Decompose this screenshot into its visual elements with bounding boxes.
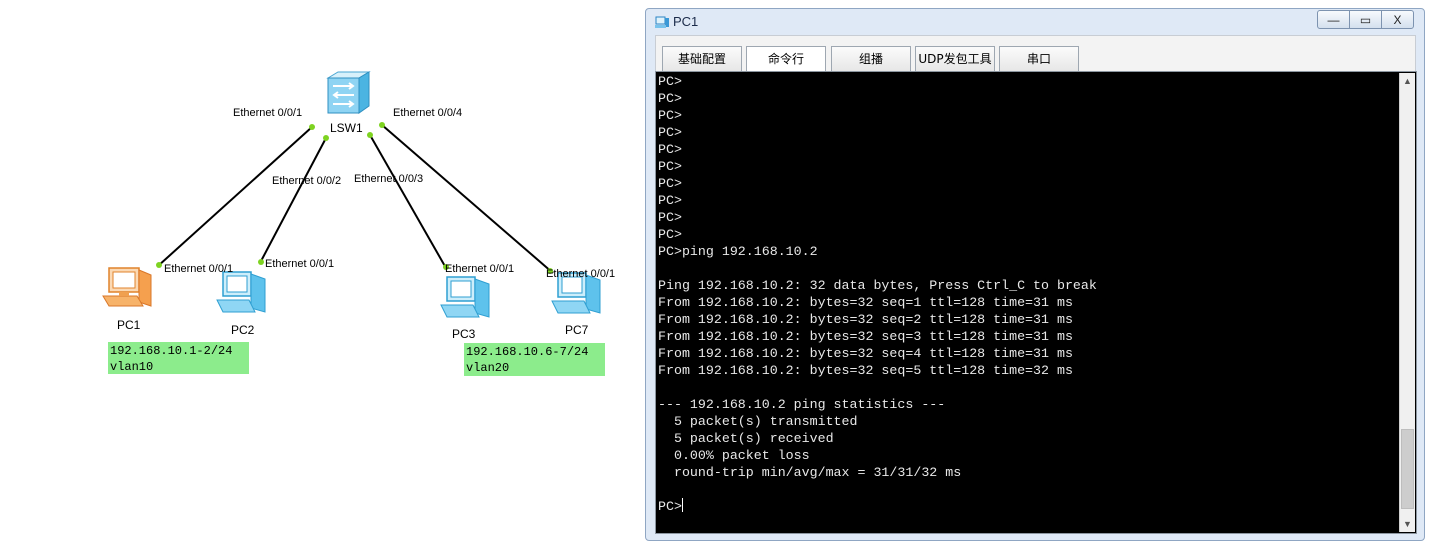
console-line: --- 192.168.10.2 ping statistics ---	[658, 397, 946, 412]
port-label-pc7-e001: Ethernet 0/0/1	[546, 268, 615, 280]
tab-udp-tool[interactable]: UDP发包工具	[915, 46, 995, 72]
port-label-lsw1-e002: Ethernet 0/0/2	[272, 175, 341, 187]
console-line: PC>	[658, 159, 682, 174]
port-label-lsw1-e003: Ethernet 0/0/3	[354, 173, 423, 185]
topology-canvas[interactable]: Ethernet 0/0/1 Ethernet 0/0/2 Ethernet 0…	[0, 0, 640, 552]
port-dot	[258, 259, 264, 265]
console-line: PC>ping 192.168.10.2	[658, 244, 818, 259]
minimize-button[interactable]: —	[1317, 10, 1350, 29]
console-line: From 192.168.10.2: bytes=32 seq=2 ttl=12…	[658, 312, 1073, 327]
console-line: 5 packet(s) transmitted	[658, 414, 858, 429]
console-line: PC>	[658, 108, 682, 123]
console-line: From 192.168.10.2: bytes=32 seq=1 ttl=12…	[658, 295, 1073, 310]
tab-command-line[interactable]: 命令行	[746, 46, 826, 72]
port-dot	[367, 132, 373, 138]
console-prompt: PC>	[658, 499, 682, 514]
console-line: From 192.168.10.2: bytes=32 seq=3 ttl=12…	[658, 329, 1073, 344]
link-lsw1-pc1[interactable]	[157, 126, 313, 267]
pc1-terminal-window[interactable]: PC1 — ▭ X 基础配置 命令行 组播 UDP发包工具 串口 PC> PC>…	[645, 8, 1425, 541]
minimize-icon: —	[1327, 12, 1340, 27]
switch-lsw1-icon[interactable]	[326, 71, 371, 114]
window-title: PC1	[673, 14, 699, 29]
pc2-label: PC2	[231, 323, 255, 337]
port-dot	[156, 262, 162, 268]
window-titlebar[interactable]: PC1 — ▭ X	[646, 9, 1424, 35]
console-line: 0.00% packet loss	[658, 448, 810, 463]
console-line: 5 packet(s) received	[658, 431, 834, 446]
topology-svg: Ethernet 0/0/1 Ethernet 0/0/2 Ethernet 0…	[102, 71, 615, 341]
console-frame: PC> PC> PC> PC> PC> PC> PC> PC> PC> PC> …	[655, 71, 1417, 534]
link-lsw1-pc2[interactable]	[259, 137, 327, 264]
console-line: PC>	[658, 176, 682, 191]
links	[157, 124, 554, 274]
link-lsw1-pc3[interactable]	[369, 134, 447, 269]
console-line: Ping 192.168.10.2: 32 data bytes, Press …	[658, 278, 1097, 293]
port-label-pc2-e001: Ethernet 0/0/1	[265, 258, 334, 270]
close-icon: X	[1393, 12, 1402, 27]
maximize-icon: ▭	[1359, 12, 1372, 27]
port-dot	[309, 124, 315, 130]
pc1-icon[interactable]	[102, 267, 152, 307]
console-scrollbar[interactable]: ▲ ▼	[1399, 73, 1415, 532]
console-line: PC>	[658, 74, 682, 89]
port-dot	[323, 135, 329, 141]
scroll-down-icon[interactable]: ▼	[1400, 516, 1415, 532]
pc3-icon[interactable]	[440, 276, 490, 318]
note-line: 192.168.10.1-2/24	[110, 344, 233, 358]
console-line: From 192.168.10.2: bytes=32 seq=4 ttl=12…	[658, 346, 1073, 361]
pc1-label: PC1	[117, 318, 141, 332]
pc7-label: PC7	[565, 323, 589, 337]
console-output[interactable]: PC> PC> PC> PC> PC> PC> PC> PC> PC> PC> …	[657, 73, 1385, 532]
pc3-label: PC3	[452, 327, 476, 341]
note-vlan10[interactable]: 192.168.10.1-2/24 vlan10	[108, 342, 249, 374]
tab-multicast[interactable]: 组播	[831, 46, 911, 72]
port-dot	[379, 122, 385, 128]
switch-label: LSW1	[330, 121, 363, 135]
console-line: PC>	[658, 125, 682, 140]
note-vlan20[interactable]: 192.168.10.6-7/24 vlan20	[464, 343, 605, 376]
maximize-button[interactable]: ▭	[1349, 10, 1382, 29]
port-label-lsw1-e004: Ethernet 0/0/4	[393, 107, 462, 119]
console-line: PC>	[658, 142, 682, 157]
note-line: vlan10	[110, 360, 154, 374]
note-line: vlan20	[466, 361, 510, 375]
app-icon	[655, 16, 669, 28]
console-line: From 192.168.10.2: bytes=32 seq=5 ttl=12…	[658, 363, 1073, 378]
port-label-lsw1-e001: Ethernet 0/0/1	[233, 107, 302, 119]
tab-bar: 基础配置 命令行 组播 UDP发包工具 串口	[655, 35, 1416, 72]
note-line: 192.168.10.6-7/24	[466, 345, 589, 359]
console-line: PC>	[658, 227, 682, 242]
console-prompt-line[interactable]: PC>	[657, 498, 1385, 515]
port-label-pc3-e001: Ethernet 0/0/1	[445, 263, 514, 275]
console-line: PC>	[658, 91, 682, 106]
port-label-pc1-e001: Ethernet 0/0/1	[164, 263, 233, 275]
console-line: PC>	[658, 193, 682, 208]
console-line: round-trip min/avg/max = 31/31/32 ms	[658, 465, 962, 480]
scroll-up-icon[interactable]: ▲	[1400, 73, 1415, 89]
console-line: PC>	[658, 210, 682, 225]
pc2-icon[interactable]	[216, 271, 266, 313]
scroll-thumb[interactable]	[1401, 429, 1414, 509]
tab-serial-port[interactable]: 串口	[999, 46, 1079, 72]
text-cursor	[681, 498, 683, 512]
port-dots	[156, 122, 553, 274]
close-button[interactable]: X	[1381, 10, 1414, 29]
tab-basic-config[interactable]: 基础配置	[662, 46, 742, 72]
